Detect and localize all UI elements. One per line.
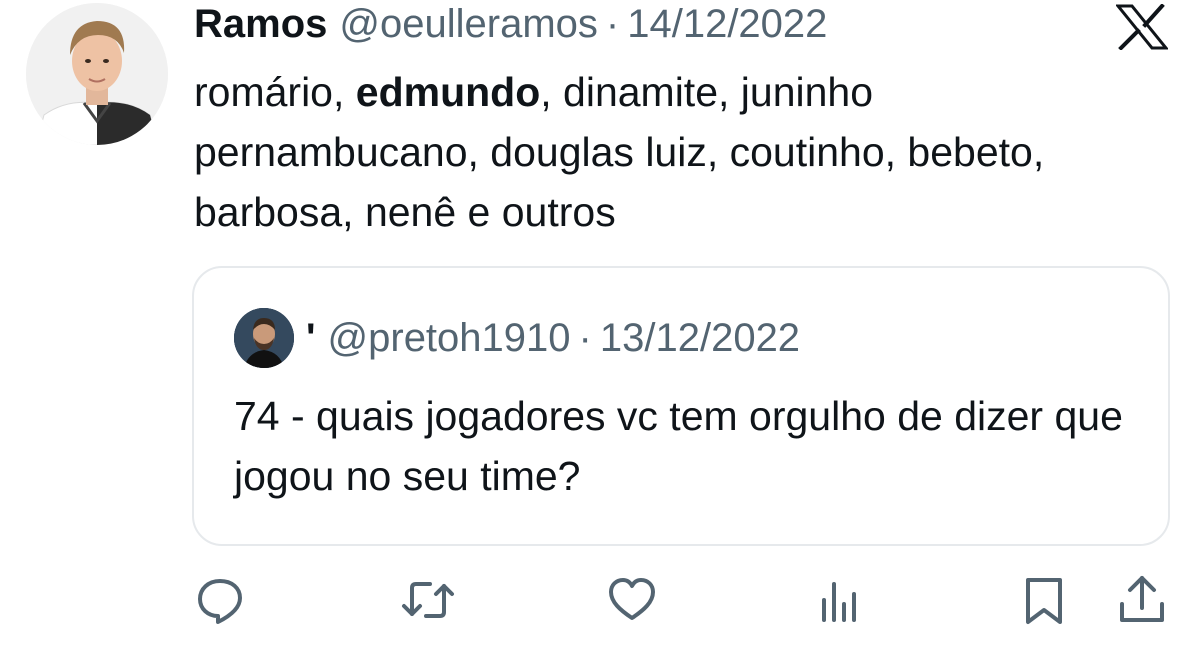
- quoted-avatar: [234, 308, 294, 368]
- quoted-tweet[interactable]: ' @pretoh1910 · 13/12/2022 74 - quais jo…: [192, 266, 1170, 546]
- reply-button[interactable]: [192, 572, 248, 628]
- action-bar: [0, 572, 1200, 628]
- reply-icon: [198, 579, 242, 624]
- tweet-text: romário, edmundo, dinamite, juninho pern…: [194, 62, 1154, 242]
- tweet-header: Ramos @oeulleramos · 14/12/2022: [194, 0, 827, 48]
- quoted-author-name[interactable]: ': [306, 314, 316, 362]
- bookmark-button[interactable]: [1016, 572, 1072, 628]
- tweet-text-bold: edmundo: [355, 69, 541, 115]
- like-button[interactable]: [604, 572, 660, 628]
- avatar-image: [26, 3, 168, 145]
- quoted-separator: ·: [578, 316, 592, 360]
- retweet-button[interactable]: [400, 572, 456, 628]
- quoted-author-handle[interactable]: @pretoh1910: [328, 314, 571, 362]
- share-icon: [1120, 576, 1164, 622]
- like-icon: [609, 578, 655, 620]
- tweet-card: Ramos @oeulleramos · 14/12/2022 romário,…: [0, 0, 1200, 648]
- tweet-text-part1: romário,: [194, 69, 356, 115]
- bookmark-icon: [1026, 578, 1062, 624]
- tweet-date[interactable]: 14/12/2022: [627, 0, 827, 48]
- x-logo-icon: [1114, 3, 1170, 51]
- author-handle[interactable]: @oeulleramos: [339, 0, 598, 48]
- quoted-header: ' @pretoh1910 · 13/12/2022: [306, 314, 800, 362]
- views-icon: [822, 582, 856, 622]
- share-button[interactable]: [1114, 572, 1170, 628]
- quoted-avatar-image: [234, 308, 294, 368]
- quoted-text: 74 - quais jogadores vc tem orgulho de d…: [234, 393, 1123, 499]
- author-name[interactable]: Ramos: [194, 0, 327, 48]
- separator: ·: [605, 2, 620, 46]
- retweet-icon: [402, 582, 454, 618]
- views-button[interactable]: [810, 572, 866, 628]
- avatar[interactable]: [26, 3, 168, 145]
- quoted-date[interactable]: 13/12/2022: [600, 314, 800, 362]
